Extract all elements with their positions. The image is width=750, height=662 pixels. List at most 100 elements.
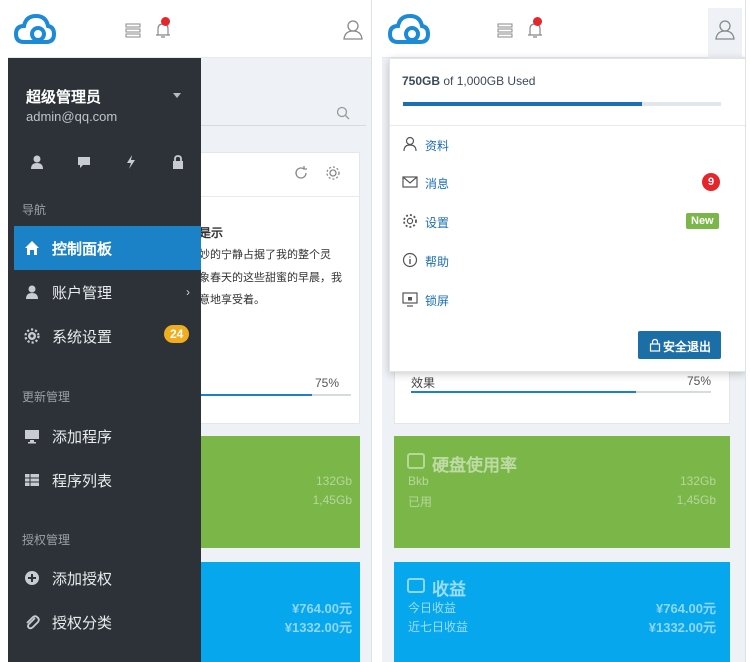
right-screen: 效果 75% 硬盘使用率 Bkb 132Gb 已用 1,45Gb 收益 今日收益… — [382, 0, 746, 662]
menu-item-lock-screen[interactable]: 锁屏 — [402, 290, 722, 310]
user-icon[interactable] — [27, 154, 47, 170]
card-line-2: 象春天的这些甜蜜的早晨，我 — [199, 272, 342, 284]
menu-item-label: 资料 — [425, 139, 450, 153]
disk-label-1: Bkb — [408, 474, 429, 488]
income-label-1: 今日收益 — [408, 601, 457, 615]
cloud-logo-icon[interactable] — [14, 12, 56, 46]
refresh-icon[interactable] — [293, 165, 309, 181]
card-line-1: 妙的宁静占据了我的整个灵 — [199, 249, 331, 261]
monitor-lock-icon — [402, 292, 418, 307]
storage-summary: 750GB of 1,000GB Used — [402, 74, 535, 88]
list-icon[interactable] — [497, 22, 513, 38]
disk-icon — [407, 453, 425, 469]
notification-dot — [533, 17, 542, 26]
cloud-logo-icon[interactable] — [388, 12, 430, 46]
effect-percent: 75% — [687, 374, 712, 388]
menu-item-help[interactable]: 帮助 — [402, 251, 722, 271]
gear-icon[interactable] — [325, 165, 341, 181]
chat-icon[interactable] — [74, 154, 94, 170]
disk-usage-card: 132Gb 1,45Gb — [188, 436, 360, 548]
sidebar-item-label: 控制面板 — [52, 241, 113, 258]
search-input[interactable] — [188, 125, 366, 126]
logout-button[interactable]: 安全退出 — [638, 331, 721, 359]
disk-value-2: 1,45Gb — [312, 493, 352, 507]
disk-label-2: 已用 — [408, 495, 433, 509]
caret-down-icon[interactable] — [173, 93, 181, 98]
effect-progress-fill — [411, 391, 636, 393]
section-auth: 授权管理 — [22, 533, 71, 547]
card-line-3: 意地享受着。 — [199, 294, 265, 306]
menu-item-label: 消息 — [425, 177, 450, 191]
logout-label: 安全退出 — [663, 340, 712, 354]
divider — [390, 125, 745, 126]
disk-value-1: 132Gb — [679, 474, 716, 488]
user-icon — [403, 136, 417, 152]
income-value-1: ¥764.00元 — [656, 601, 716, 616]
sidebar-item-label: 程序列表 — [52, 473, 113, 490]
disk-title: 硬盘使用率 — [432, 456, 517, 475]
sidebar-item-add-program[interactable]: 添加程序 — [14, 414, 201, 458]
left-screen: 是示 妙的宁静占据了我的整个灵 象春天的这些甜蜜的早晨，我 意地享受着。 75%… — [8, 0, 372, 662]
income-card: 收益 今日收益 ¥764.00元 近七日收益 ¥1332.00元 — [394, 562, 730, 662]
sidebar-item-label: 授权分类 — [52, 615, 113, 632]
disk-usage-card: 硬盘使用率 Bkb 132Gb 已用 1,45Gb — [394, 436, 730, 548]
user-icon[interactable] — [714, 18, 736, 40]
storage-progress-track — [403, 102, 721, 106]
plus-circle-icon — [25, 571, 39, 585]
user-email: admin@qq.com — [26, 109, 118, 124]
effect-label: 效果 — [411, 376, 436, 390]
effect-progress-track — [411, 391, 711, 393]
sidebar-item-dashboard[interactable]: 控制面板 — [14, 226, 201, 270]
sidebar-item-label: 添加程序 — [52, 429, 113, 446]
menu-item-label: 设置 — [425, 216, 450, 230]
lock-icon — [649, 338, 661, 352]
card-title: 是示 — [199, 226, 224, 240]
effect-card: 效果 75% — [394, 372, 730, 424]
user-dropdown-menu: 750GB of 1,000GB Used 资料 消息 9 设置 New 帮助 … — [389, 58, 745, 372]
count-badge: 24 — [164, 325, 190, 343]
progress-fill — [195, 394, 312, 396]
sidebar-item-settings[interactable]: 系统设置 24 — [14, 314, 201, 358]
progress-track — [195, 394, 351, 396]
list-icon[interactable] — [125, 22, 141, 38]
section-nav: 导航 — [22, 203, 47, 217]
search-icon[interactable] — [336, 106, 350, 120]
gear-icon — [24, 328, 40, 344]
sidebar-item-program-list[interactable]: 程序列表 — [14, 458, 201, 502]
income-value-2: ¥1332.00元 — [648, 620, 716, 635]
chevron-right-icon: › — [186, 285, 190, 299]
disk-value-2: 1,45Gb — [676, 493, 716, 507]
account-icon — [26, 285, 38, 299]
lightning-icon[interactable] — [121, 154, 141, 170]
menu-item-settings[interactable]: 设置 New — [402, 212, 722, 232]
menu-item-label: 锁屏 — [425, 294, 450, 308]
menu-item-profile[interactable]: 资料 — [402, 135, 722, 155]
table-icon — [25, 474, 39, 486]
sidebar-item-accounts[interactable]: 账户管理 › — [14, 270, 201, 314]
info-icon — [402, 252, 418, 268]
user-name[interactable]: 超级管理员 — [26, 86, 101, 107]
paperclip-icon — [26, 615, 40, 630]
top-bar — [382, 0, 745, 58]
income-card: ¥764.00元 ¥1332.00元 — [188, 562, 360, 662]
disk-value-1: 132Gb — [315, 474, 352, 488]
income-label-2: 近七日收益 — [408, 620, 469, 634]
progress-percent: 75% — [315, 376, 340, 390]
new-badge: New — [686, 213, 719, 229]
sidebar-item-label: 添加授权 — [52, 571, 113, 588]
sidebar-item-label: 账户管理 — [52, 285, 113, 302]
gear-icon — [403, 214, 417, 228]
storage-rest: of 1,000GB Used — [440, 74, 536, 88]
income-value-1: ¥764.00元 — [292, 601, 352, 616]
mail-icon — [402, 176, 418, 188]
sidebar-item-license-category[interactable]: 授权分类 — [14, 600, 201, 644]
lock-icon[interactable] — [168, 154, 188, 170]
count-badge: 9 — [702, 173, 720, 191]
income-title: 收益 — [432, 580, 466, 599]
section-update: 更新管理 — [22, 390, 71, 404]
sidebar-item-add-license[interactable]: 添加授权 — [14, 556, 201, 600]
user-icon[interactable] — [342, 18, 364, 40]
sidebar-item-label: 系统设置 — [52, 329, 113, 346]
storage-progress-fill — [403, 102, 642, 106]
menu-item-messages[interactable]: 消息 9 — [402, 173, 722, 193]
